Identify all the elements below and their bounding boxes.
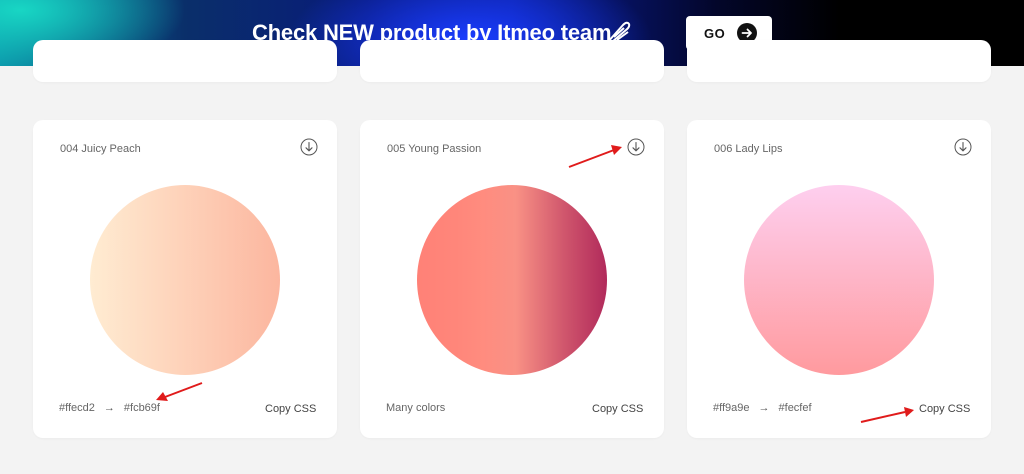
copy-css-button[interactable]: Copy CSS [919, 403, 970, 415]
gradient-card-lady-lips: 006 Lady Lips #ff9a9e → #fecfef Copy CSS [687, 120, 991, 438]
color-codes: #ff9a9e → #fecfef [713, 402, 812, 414]
many-colors-label: Many colors [386, 402, 446, 414]
gradient-swatch [417, 185, 607, 375]
gradient-card-top-2 [360, 40, 664, 82]
gradient-swatch [744, 185, 934, 375]
color-codes: Many colors [386, 402, 445, 414]
gradient-title: 004 Juicy Peach [60, 143, 141, 155]
arrow-separator: → [103, 402, 115, 414]
gradient-title: 005 Young Passion [387, 143, 482, 155]
gradient-card-top-3 [687, 40, 991, 82]
gradient-card-young-passion: 005 Young Passion Many colors Copy CSS [360, 120, 664, 438]
copy-css-button[interactable]: Copy CSS [592, 403, 643, 415]
gradient-card-top-1 [33, 40, 337, 82]
color-code-from[interactable]: #ffecd2 [59, 402, 95, 414]
copy-css-button[interactable]: Copy CSS [265, 403, 316, 415]
gradient-card-juicy-peach: 004 Juicy Peach #ffecd2 → #fcb69f Copy C… [33, 120, 337, 438]
color-codes: #ffecd2 → #fcb69f [59, 402, 160, 414]
color-code-to[interactable]: #fcb69f [124, 402, 160, 414]
gradient-title: 006 Lady Lips [714, 143, 783, 155]
download-icon[interactable] [300, 138, 318, 156]
arrow-separator: → [758, 402, 770, 414]
gradient-swatch [90, 185, 280, 375]
color-code-to[interactable]: #fecfef [779, 402, 812, 414]
copy-css-label: Copy CSS [919, 403, 971, 415]
color-code-from[interactable]: #ff9a9e [713, 402, 750, 414]
download-icon[interactable] [627, 138, 645, 156]
copy-css-label: Copy CSS [265, 403, 317, 415]
go-button-label: GO [704, 25, 726, 41]
copy-css-label: Copy CSS [592, 403, 644, 415]
download-icon[interactable] [954, 138, 972, 156]
